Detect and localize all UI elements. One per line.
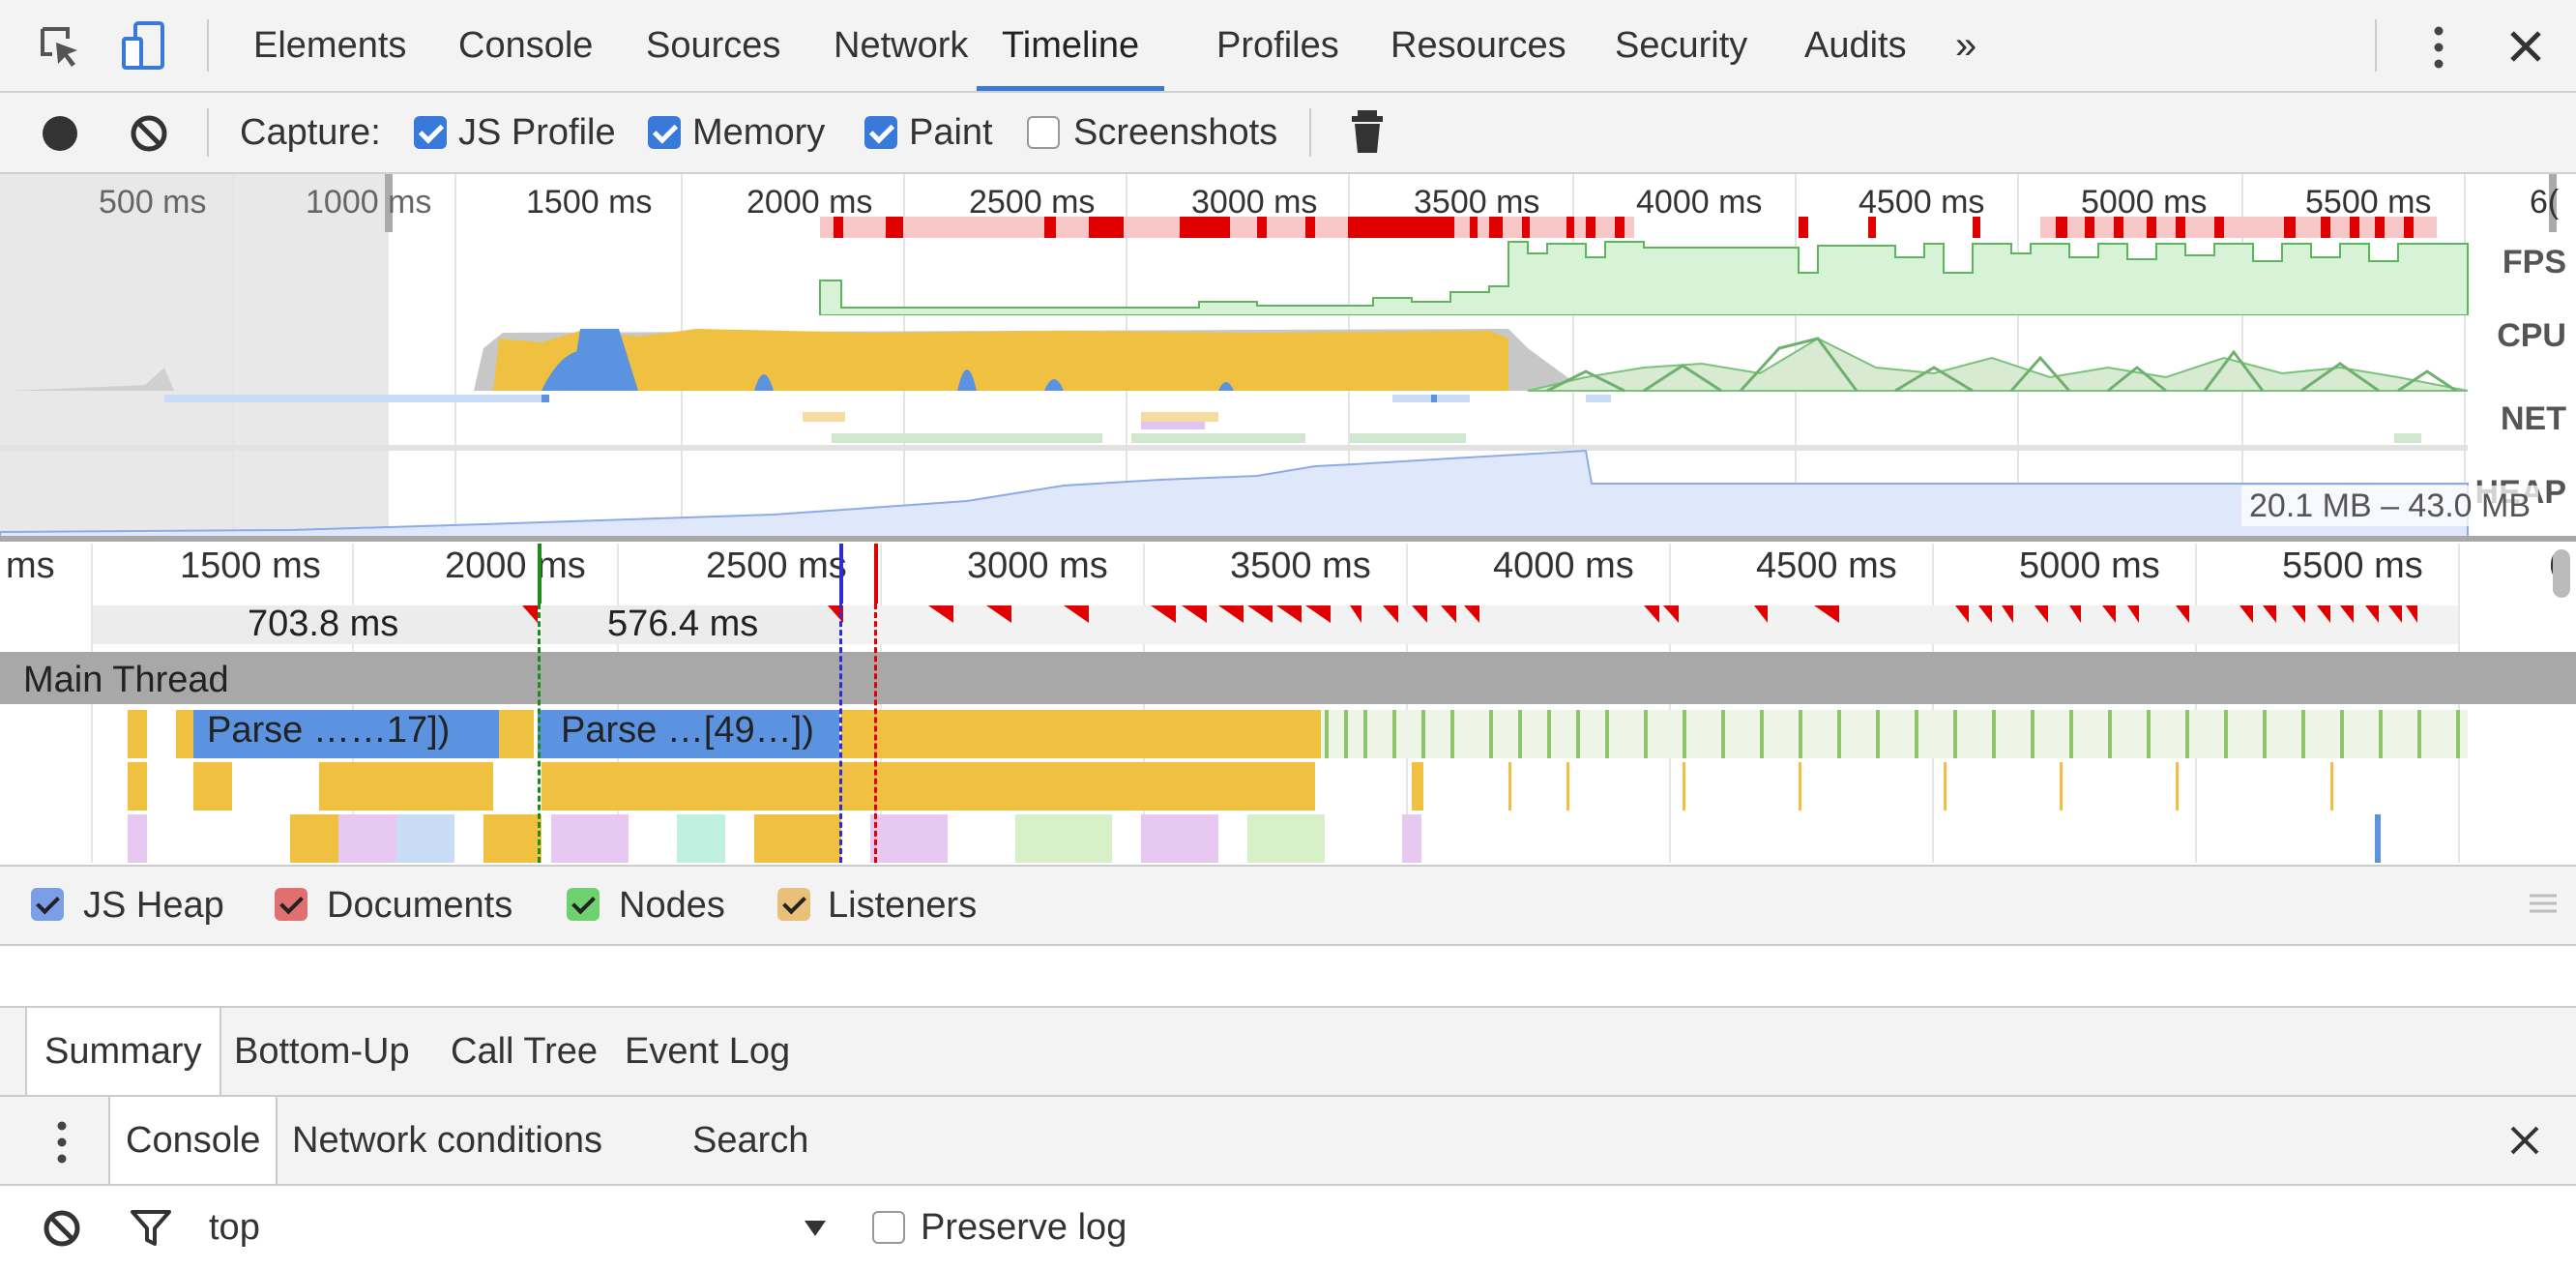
documents-label: Documents — [327, 885, 513, 926]
js-profile-checkbox[interactable] — [414, 116, 447, 149]
cpu-chart — [10, 329, 2469, 393]
flame-tick: 5500 ms — [2282, 546, 2423, 586]
first-paint-line — [839, 604, 842, 863]
listeners-checkbox[interactable] — [777, 888, 810, 921]
clear-icon[interactable] — [130, 114, 168, 153]
more-tabs-button[interactable]: » — [1955, 0, 1976, 91]
paint-checkbox[interactable] — [864, 116, 897, 149]
flame-tick: 4000 ms — [1493, 546, 1634, 586]
close-drawer-icon[interactable] — [2508, 1124, 2541, 1157]
js-heap-checkbox[interactable] — [31, 888, 64, 921]
listeners-label: Listeners — [828, 885, 978, 926]
paint-label: Paint — [909, 112, 993, 153]
flame-tick: 3000 ms — [967, 546, 1108, 586]
tab-elements[interactable]: Elements — [253, 0, 406, 91]
load-event-line — [874, 604, 877, 863]
record-icon[interactable] — [41, 114, 79, 153]
toolbar-divider — [1309, 108, 1311, 157]
clear-console-icon[interactable] — [43, 1209, 81, 1248]
tab-audits[interactable]: Audits — [1804, 0, 1907, 91]
drawer-tab-network-conditions[interactable]: Network conditions — [292, 1097, 602, 1184]
cpu-track-label: CPU — [2497, 317, 2566, 354]
net-chart — [0, 395, 2468, 451]
flame-tick: 1500 ms — [180, 546, 321, 586]
main-thread-label: Main Thread — [23, 660, 229, 700]
toolbar-divider — [2375, 19, 2377, 72]
heap-chart — [0, 449, 2469, 542]
parse-event-label[interactable]: Parse …[49…]) — [561, 710, 814, 752]
tab-bottom-up[interactable]: Bottom-Up — [234, 1008, 410, 1095]
collect-garbage-icon[interactable] — [1350, 108, 1385, 155]
screenshots-label: Screenshots — [1073, 112, 1278, 153]
main-thread-header[interactable]: Main Thread — [0, 652, 2576, 704]
inspect-element-icon[interactable] — [39, 25, 83, 70]
device-mode-icon[interactable] — [122, 21, 168, 72]
tab-sources[interactable]: Sources — [646, 0, 780, 91]
fps-chart — [819, 241, 2469, 315]
timeline-toolbar: Capture: JS Profile Memory Paint Screens… — [0, 93, 2576, 174]
tab-profiles[interactable]: Profiles — [1216, 0, 1339, 91]
drawer-tab-search[interactable]: Search — [692, 1097, 808, 1184]
preserve-log-checkbox[interactable] — [872, 1211, 905, 1244]
flame-tick: 2500 ms — [706, 546, 847, 586]
timeline-overview[interactable]: 500 ms 1000 ms 1500 ms 2000 ms 2500 ms 3… — [0, 174, 2576, 542]
dropdown-arrow-icon[interactable] — [803, 1219, 828, 1238]
drawer-tab-console[interactable]: Console — [108, 1097, 278, 1184]
toolbar-divider — [207, 19, 209, 72]
capture-label: Capture: — [240, 112, 381, 153]
flame-tick: 5000 ms — [2019, 546, 2160, 586]
flame-tick: 3500 ms — [1230, 546, 1371, 586]
frame-duration-label[interactable]: 703.8 ms — [248, 604, 398, 645]
context-selector[interactable]: top — [209, 1186, 260, 1269]
devtools-tab-bar: Elements Console Sources Network Timelin… — [0, 0, 2576, 93]
flame-chart[interactable]: ms 1500 ms 2000 ms 2500 ms 3000 ms 3500 … — [0, 544, 2576, 863]
tab-resources[interactable]: Resources — [1390, 0, 1566, 91]
kebab-menu-icon[interactable] — [2429, 23, 2448, 72]
tab-summary[interactable]: Summary — [25, 1008, 221, 1095]
first-paint-marker — [839, 544, 843, 604]
splitter-handle-icon[interactable] — [2528, 892, 2559, 915]
counters-graph-area — [0, 946, 2576, 1004]
flame-scrollbar[interactable] — [2553, 549, 2570, 598]
drawer-tab-bar: Console Network conditions Search — [0, 1097, 2576, 1186]
tab-security[interactable]: Security — [1615, 0, 1747, 91]
flame-tick: 4500 ms — [1756, 546, 1897, 586]
dom-content-loaded-marker — [538, 544, 542, 604]
close-icon[interactable] — [2508, 29, 2543, 64]
memory-label: Memory — [692, 112, 826, 153]
counters-bar: JS Heap Documents Nodes Listeners — [0, 865, 2576, 946]
memory-checkbox[interactable] — [648, 116, 681, 149]
fps-track-label: FPS — [2502, 244, 2566, 280]
flame-tick: 2000 ms — [445, 546, 586, 586]
js-heap-label: JS Heap — [83, 885, 224, 926]
dom-content-loaded-line — [538, 604, 541, 863]
net-track-label: NET — [2501, 400, 2566, 437]
filter-icon[interactable] — [130, 1209, 172, 1248]
documents-checkbox[interactable] — [275, 888, 307, 921]
tab-console[interactable]: Console — [458, 0, 593, 91]
nodes-label: Nodes — [619, 885, 725, 926]
overview-divider[interactable] — [0, 536, 2576, 542]
js-profile-label: JS Profile — [458, 112, 616, 153]
tab-network[interactable]: Network — [834, 0, 968, 91]
tab-event-log[interactable]: Event Log — [625, 1008, 790, 1095]
tab-call-tree[interactable]: Call Tree — [451, 1008, 598, 1095]
screenshots-checkbox[interactable] — [1027, 116, 1060, 149]
nodes-checkbox[interactable] — [567, 888, 600, 921]
heap-range-label: 20.1 MB – 43.0 MB — [2241, 486, 2539, 526]
load-event-marker — [874, 544, 878, 604]
flame-tick: ms — [6, 546, 55, 586]
preserve-log-label: Preserve log — [921, 1207, 1127, 1248]
toolbar-divider — [207, 108, 209, 157]
console-toolbar: top Preserve log — [0, 1186, 2576, 1269]
parse-event-label[interactable]: Parse ……17]) — [207, 710, 450, 752]
details-tab-bar: Summary Bottom-Up Call Tree Event Log — [0, 1006, 2576, 1097]
frame-duration-label[interactable]: 576.4 ms — [607, 604, 758, 645]
drawer-menu-icon[interactable] — [52, 1118, 72, 1166]
tab-timeline[interactable]: Timeline — [977, 0, 1165, 91]
